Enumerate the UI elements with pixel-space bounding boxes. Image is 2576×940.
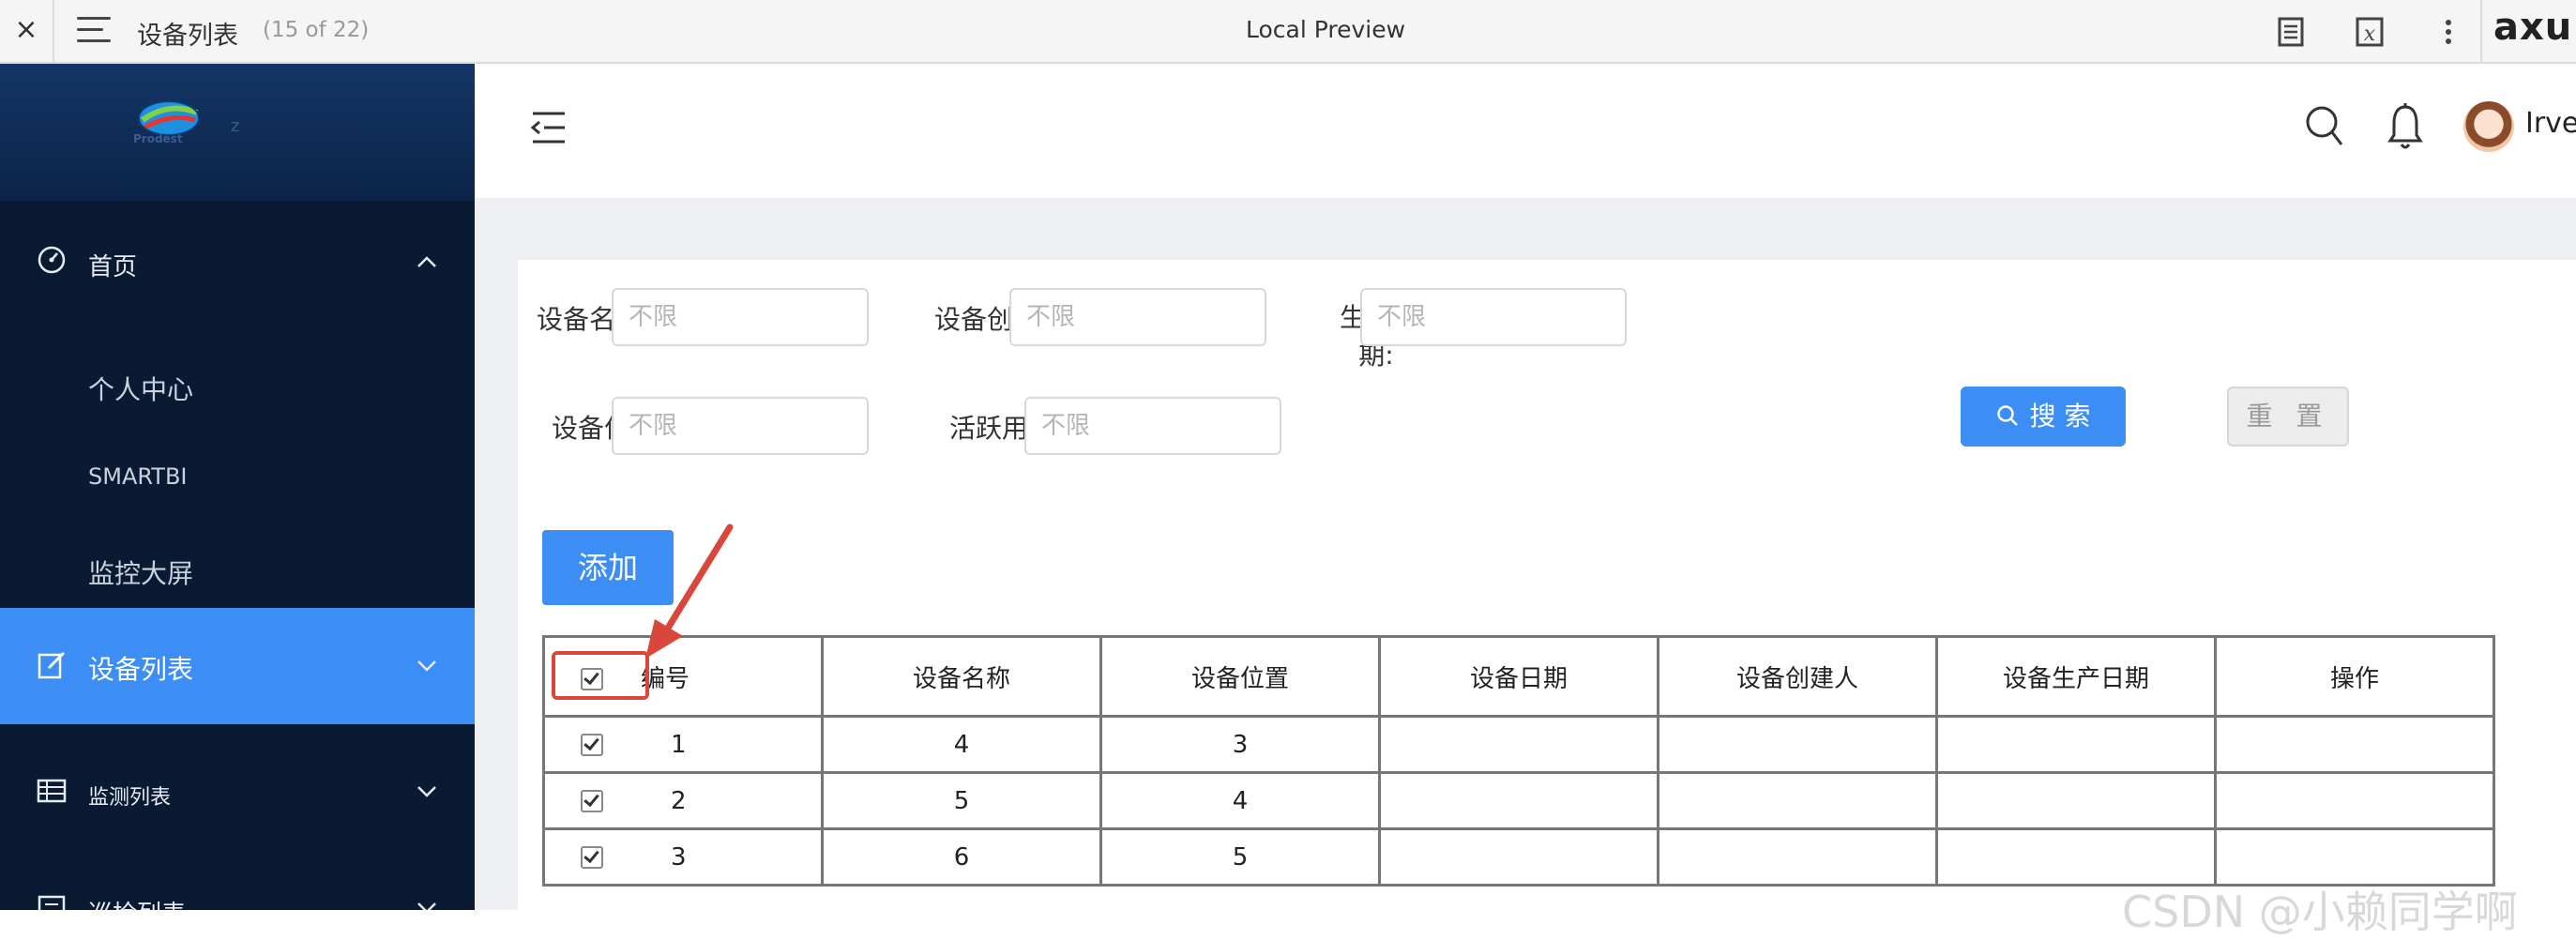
device-table: 编号 设备名称 设备位置 设备日期 设备创建人 设备生产日期 操作 1 4 3 [542,635,2495,887]
collapse-menu-icon[interactable] [529,109,568,146]
sidebar-item-monitor-screen[interactable]: 监控大屏 [88,553,193,591]
main-content: 设备名称: 设备创建人 生产日 期: 设备位置 活跃用户: 搜 索 重 置 添加… [475,198,2576,910]
watermark: CSDN @小赖同学啊 [2122,887,2518,937]
sidebar-item-label: 巡检列表 [88,895,186,910]
column-header-device-name: 设备名称 [821,635,1102,718]
chevron-down-icon [417,902,436,910]
row-checkbox[interactable] [581,846,603,869]
cell-creator [1657,771,1938,830]
cell-device-name: 6 [821,827,1102,887]
avatar[interactable] [2463,101,2514,152]
creator-input[interactable] [1009,288,1266,346]
edit-icon [38,651,66,679]
cell-device-date [1378,827,1659,887]
cell-id: 3 [542,827,824,887]
cell-device-date [1378,715,1659,774]
cell-operations[interactable] [2214,827,2495,887]
table-row[interactable]: 2 5 4 [542,771,2495,830]
bell-icon[interactable] [2387,101,2424,152]
close-button[interactable]: × [0,0,54,62]
row-checkbox[interactable] [581,734,603,756]
preview-toolbar: × 设备列表 (15 of 22) Local Preview x axu [0,0,2576,64]
cell-device-name: 4 [821,715,1102,774]
cell-id: 1 [542,715,824,774]
top-header: Irver [475,64,2576,198]
annotation-highlight-box [552,651,649,700]
sidebar-item-smartbi[interactable]: SMARTBI [88,463,188,490]
search-icon[interactable] [2304,103,2345,150]
page-count: (15 of 22) [263,18,370,42]
table-header-row: 编号 设备名称 设备位置 设备日期 设备创建人 设备生产日期 操作 [542,635,2495,718]
cell-operations[interactable] [2214,771,2495,830]
chevron-down-icon [417,786,436,797]
cell-id: 2 [542,771,824,830]
sidebar-item-monitor-list[interactable]: 监测列表 [0,762,475,818]
logo-area: Prodest z [0,64,475,201]
svg-text:x: x [2364,23,2376,46]
sidebar-item-label: 首页 [88,253,138,281]
column-header-location: 设备位置 [1099,635,1381,718]
cell-id-value: 3 [671,842,687,872]
cell-location: 3 [1099,715,1381,774]
list-icon [38,895,66,910]
sidebar-item-label: 设备列表 [88,654,194,685]
axure-brand: axu [2493,6,2573,49]
menu-icon[interactable] [77,17,111,45]
cell-operations[interactable] [2214,715,2495,774]
cell-id-value: 2 [671,786,687,815]
annotation-arrow-icon [645,523,734,659]
sidebar: Prodest z 首页 个人中心 SMARTBI 监控大屏 设备列表 监测列表 [0,64,475,910]
logo-text: Prodest [133,132,183,145]
cell-production-date [1935,827,2217,887]
table-icon [37,779,67,803]
search-button-label: 搜 索 [2029,401,2091,432]
notes-icon[interactable] [2270,11,2311,53]
column-header-creator: 设备创建人 [1657,635,1938,718]
device-name-input[interactable] [612,288,869,346]
column-header-production-date: 设备生产日期 [1935,635,2217,718]
chevron-down-icon [417,660,436,672]
sidebar-item-label: 监测列表 [88,786,172,810]
sidebar-item-personal-center[interactable]: 个人中心 [88,370,193,407]
production-date-input[interactable] [1360,288,1627,346]
active-user-input[interactable] [1024,397,1281,455]
search-button[interactable]: 搜 索 [1961,387,2126,447]
more-icon[interactable] [2428,11,2469,53]
sidebar-item-device-list[interactable]: 设备列表 [0,608,475,724]
cell-production-date [1935,715,2217,774]
current-page-name: 设备列表 [137,22,238,51]
variable-icon[interactable]: x [2349,11,2390,53]
logo-suffix: z [231,116,240,136]
sidebar-item-inspection-list[interactable]: 巡检列表 [0,882,475,910]
cell-location: 5 [1099,827,1381,887]
column-header-operations: 操作 [2214,635,2495,718]
reset-button[interactable]: 重 置 [2227,387,2349,447]
device-list-panel: 设备名称: 设备创建人 生产日 期: 设备位置 活跃用户: 搜 索 重 置 添加… [518,260,2576,910]
chevron-up-icon [417,256,436,267]
column-header-device-date: 设备日期 [1378,635,1659,718]
cell-creator [1657,827,1938,887]
table-row[interactable]: 1 4 3 [542,715,2495,774]
table-row[interactable]: 3 6 5 [542,827,2495,887]
sidebar-item-home[interactable]: 首页 [0,233,475,289]
location-input[interactable] [612,397,869,455]
cell-device-date [1378,771,1659,830]
cell-location: 4 [1099,771,1381,830]
search-icon [1996,405,2018,426]
dashboard-icon [38,246,66,274]
window-title: Local Preview [1246,16,1406,43]
user-name[interactable]: Irver [2525,107,2576,140]
toolbar-divider [2480,0,2482,62]
cell-id-value: 1 [671,730,687,759]
row-checkbox[interactable] [581,790,603,812]
cell-production-date [1935,771,2217,830]
cell-device-name: 5 [821,771,1102,830]
cell-creator [1657,715,1938,774]
